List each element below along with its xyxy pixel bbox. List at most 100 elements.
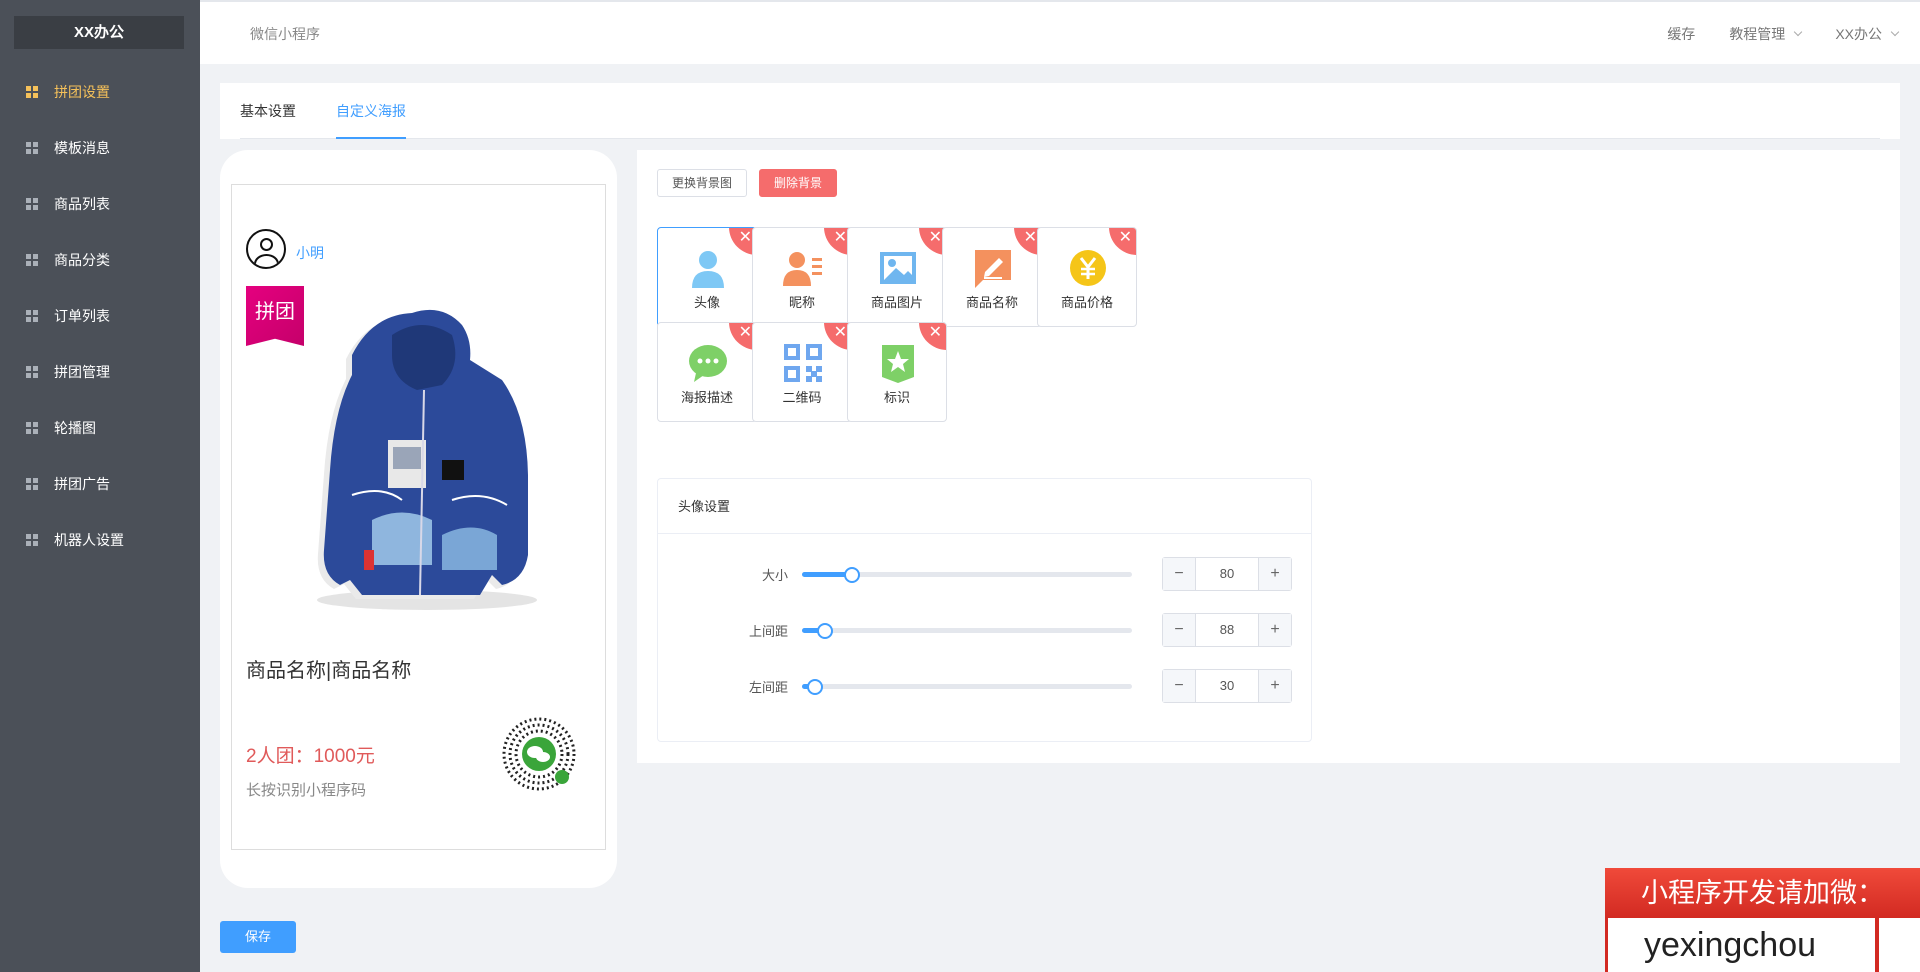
sidebar-item-group-ads[interactable]: 拼团广告 xyxy=(0,456,200,512)
grid-icon xyxy=(26,142,38,154)
element-label: 海报描述 xyxy=(680,390,733,405)
tutorial-menu[interactable]: 教程管理 xyxy=(1729,24,1803,44)
sidebar-item-label: 机器人设置 xyxy=(54,532,124,548)
left-margin-increase-button[interactable]: + xyxy=(1259,670,1291,702)
grid-icon xyxy=(26,478,38,490)
grid-icon xyxy=(26,86,38,98)
element-product-price[interactable]: 商品价格 ✕ xyxy=(1037,227,1137,327)
sidebar-item-label: 商品分类 xyxy=(54,252,110,268)
element-label: 商品价格 xyxy=(1060,295,1113,310)
element-qrcode[interactable]: 二维码 ✕ xyxy=(752,322,852,422)
top-margin-label: 上间距 xyxy=(748,624,788,639)
avatar-icon xyxy=(688,248,728,288)
cache-label: 缓存 xyxy=(1667,26,1696,42)
delete-background-button[interactable]: 删除背景 xyxy=(759,169,838,197)
tabs-card: 基本设置 自定义海报 xyxy=(220,83,1900,139)
grid-icon xyxy=(26,534,38,546)
left-margin-setting-row: 左间距 − 30 + xyxy=(658,669,1313,703)
close-icon[interactable]: ✕ xyxy=(1109,228,1136,255)
cache-link[interactable]: 缓存 xyxy=(1667,24,1695,44)
sidebar-item-label: 轮播图 xyxy=(54,420,96,436)
sidebar-menu: 拼团设置 模板消息 商品列表 商品分类 订单列表 拼团管理 轮播图 拼团广告 机… xyxy=(0,64,200,568)
element-nickname[interactable]: 昵称 ✕ xyxy=(752,227,852,327)
sidebar-item-label: 模板消息 xyxy=(54,140,110,156)
top-margin-setting-row: 上间距 − 88 + xyxy=(658,613,1313,647)
sidebar-item-group-management[interactable]: 拼团管理 xyxy=(0,344,200,400)
sidebar-item-label: 拼团管理 xyxy=(54,364,110,380)
breadcrumb[interactable]: 微信小程序 xyxy=(250,24,320,44)
sidebar-item-product-category[interactable]: 商品分类 xyxy=(0,232,200,288)
size-slider-handle[interactable] xyxy=(843,567,860,583)
element-label: 商品图片 xyxy=(870,295,923,310)
poster-canvas: 小明 拼团 商品名称|商品名称 2人团：1000元 长按识别小程序码 xyxy=(231,184,606,850)
size-input[interactable]: 80 xyxy=(1195,558,1259,590)
yen-icon xyxy=(1068,248,1108,288)
element-label: 头像 xyxy=(693,295,720,310)
top-margin-input[interactable]: 88 xyxy=(1195,614,1259,646)
top-header: 微信小程序 缓存 教程管理 XX办公 xyxy=(200,0,1920,64)
sidebar-item-group-settings[interactable]: 拼团设置 xyxy=(0,64,200,120)
sidebar-item-label: 拼团广告 xyxy=(54,476,110,492)
poster-price: 2人团：1000元 xyxy=(246,746,375,767)
avatar-settings-title: 头像设置 xyxy=(658,479,1311,534)
sidebar-item-product-list[interactable]: 商品列表 xyxy=(0,176,200,232)
tutorial-label: 教程管理 xyxy=(1729,26,1786,42)
sidebar-item-robot-settings[interactable]: 机器人设置 xyxy=(0,512,200,568)
sidebar-item-label: 商品列表 xyxy=(54,196,110,212)
top-margin-increase-button[interactable]: + xyxy=(1259,614,1291,646)
poster-editor-panel: 更换背景图 删除背景 头像 ✕ 昵称 ✕ 商品图片 ✕ 商品名称 ✕ 商品价格 … xyxy=(637,150,1900,763)
size-stepper: − 80 + xyxy=(1162,557,1292,591)
top-margin-decrease-button[interactable]: − xyxy=(1163,614,1195,646)
element-product-image[interactable]: 商品图片 ✕ xyxy=(847,227,947,327)
element-label: 昵称 xyxy=(788,295,815,310)
sidebar-item-carousel[interactable]: 轮播图 xyxy=(0,400,200,456)
left-margin-stepper: − 30 + xyxy=(1162,669,1292,703)
left-margin-input[interactable]: 30 xyxy=(1195,670,1259,702)
element-poster-description[interactable]: 海报描述 ✕ xyxy=(657,322,757,422)
element-label: 标识 xyxy=(883,390,910,405)
top-margin-slider-handle[interactable] xyxy=(817,623,834,639)
size-slider[interactable] xyxy=(802,567,1132,583)
grid-icon xyxy=(26,366,38,378)
sidebar-item-order-list[interactable]: 订单列表 xyxy=(0,288,200,344)
sidebar: XX办公 拼团设置 模板消息 商品列表 商品分类 订单列表 拼团管理 轮播图 拼… xyxy=(0,0,200,972)
user-label: XX办公 xyxy=(1835,26,1882,42)
promo-banner: 小程序开发请加微： yexingchou xyxy=(1605,868,1920,972)
left-margin-decrease-button[interactable]: − xyxy=(1163,670,1195,702)
poster-product-title: 商品名称|商品名称 xyxy=(246,660,412,682)
poster-nickname: 小明 xyxy=(296,245,324,261)
size-setting-row: 大小 − 80 + xyxy=(658,557,1313,591)
size-label: 大小 xyxy=(761,568,788,583)
nickname-icon xyxy=(783,248,823,288)
sidebar-item-label: 拼团设置 xyxy=(54,84,110,100)
mini-program-code-icon xyxy=(500,715,578,793)
tab-basic-settings[interactable]: 基本设置 xyxy=(240,83,296,139)
sidebar-item-template-messages[interactable]: 模板消息 xyxy=(0,120,200,176)
change-background-button[interactable]: 更换背景图 xyxy=(657,169,748,197)
save-button[interactable]: 保存 xyxy=(220,921,296,953)
header-actions: 缓存 教程管理 XX办公 xyxy=(1633,24,1900,44)
left-margin-slider[interactable] xyxy=(802,679,1132,695)
left-margin-slider-handle[interactable] xyxy=(807,679,824,695)
avatar-settings-card: 头像设置 大小 − 80 + 上间距 − 88 + 左间距 − 30 + xyxy=(657,478,1312,742)
element-product-name[interactable]: 商品名称 ✕ xyxy=(942,227,1042,327)
sidebar-item-label: 订单列表 xyxy=(54,308,110,324)
poster-hint: 长按识别小程序码 xyxy=(246,782,367,799)
top-margin-slider[interactable] xyxy=(802,623,1132,639)
grid-icon xyxy=(26,310,38,322)
size-decrease-button[interactable]: − xyxy=(1163,558,1195,590)
element-avatar[interactable]: 头像 ✕ xyxy=(657,227,757,327)
user-menu[interactable]: XX办公 xyxy=(1835,24,1900,44)
tab-custom-poster[interactable]: 自定义海报 xyxy=(336,83,406,139)
phone-preview: 小明 拼团 商品名称|商品名称 2人团：1000元 长按识别小程序码 xyxy=(220,150,617,888)
size-increase-button[interactable]: + xyxy=(1259,558,1291,590)
close-icon[interactable]: ✕ xyxy=(919,323,946,350)
tab-bar: 基本设置 自定义海报 xyxy=(240,83,1880,139)
promo-line-1: 小程序开发请加微： xyxy=(1605,868,1920,918)
chat-icon xyxy=(688,343,728,383)
badge-icon xyxy=(878,343,918,383)
chevron-down-icon xyxy=(1890,27,1900,37)
element-badge[interactable]: 标识 ✕ xyxy=(847,322,947,422)
avatar-icon xyxy=(246,229,286,269)
grid-icon xyxy=(26,198,38,210)
